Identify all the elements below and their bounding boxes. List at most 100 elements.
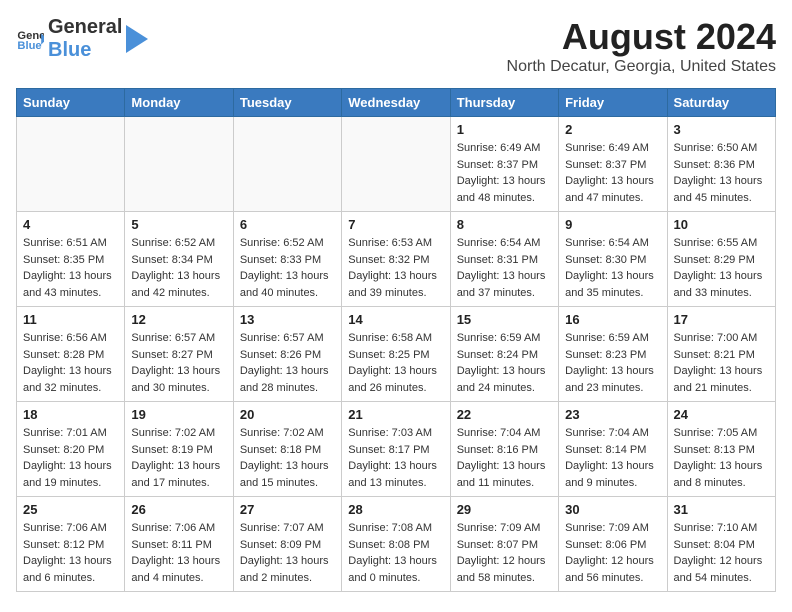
day-number: 5 (131, 217, 226, 232)
day-number: 9 (565, 217, 660, 232)
day-number: 27 (240, 502, 335, 517)
day-number: 15 (457, 312, 552, 327)
day-info: Sunrise: 6:50 AMSunset: 8:36 PMDaylight:… (674, 140, 769, 206)
day-info: Sunrise: 6:56 AMSunset: 8:28 PMDaylight:… (23, 330, 118, 396)
table-row: 19 Sunrise: 7:02 AMSunset: 8:19 PMDayligh… (125, 402, 233, 497)
day-info: Sunrise: 6:49 AMSunset: 8:37 PMDaylight:… (457, 140, 552, 206)
day-info: Sunrise: 7:01 AMSunset: 8:20 PMDaylight:… (23, 425, 118, 491)
calendar-header-row: Sunday Monday Tuesday Wednesday Thursday… (17, 89, 776, 117)
day-info: Sunrise: 7:09 AMSunset: 8:06 PMDaylight:… (565, 520, 660, 586)
table-row: 20Sunrise: 7:02 AMSunset: 8:18 PMDayligh… (233, 402, 341, 497)
calendar-title: August 2024 (507, 16, 776, 58)
week-row-1: 1 Sunrise: 6:49 AMSunset: 8:37 PMDaylight… (17, 117, 776, 212)
table-row: 12 Sunrise: 6:57 AMSunset: 8:27 PMDayligh… (125, 307, 233, 402)
table-row: 29Sunrise: 7:09 AMSunset: 8:07 PMDayligh… (450, 497, 558, 592)
header-tuesday: Tuesday (233, 89, 341, 117)
day-number: 29 (457, 502, 552, 517)
day-info: Sunrise: 6:51 AMSunset: 8:35 PMDaylight:… (23, 235, 118, 301)
table-row: 6Sunrise: 6:52 AMSunset: 8:33 PMDaylight… (233, 212, 341, 307)
table-row: 26Sunrise: 7:06 AMSunset: 8:11 PMDayligh… (125, 497, 233, 592)
day-number: 19 (131, 407, 226, 422)
header-sunday: Sunday (17, 89, 125, 117)
table-row: 2 Sunrise: 6:49 AMSunset: 8:37 PMDaylight… (559, 117, 667, 212)
day-info: Sunrise: 6:59 AMSunset: 8:23 PMDaylight:… (565, 330, 660, 396)
day-info: Sunrise: 7:08 AMSunset: 8:08 PMDaylight:… (348, 520, 443, 586)
page-header: General Blue General Blue August 2024 No… (16, 16, 776, 76)
table-row: 13 Sunrise: 6:57 AMSunset: 8:26 PMDayligh… (233, 307, 341, 402)
table-row (17, 117, 125, 212)
day-number: 3 (674, 122, 769, 137)
day-number: 25 (23, 502, 118, 517)
day-number: 23 (565, 407, 660, 422)
table-row: 9Sunrise: 6:54 AMSunset: 8:30 PMDaylight… (559, 212, 667, 307)
calendar-subtitle: North Decatur, Georgia, United States (507, 58, 776, 76)
day-number: 1 (457, 122, 552, 137)
day-info: Sunrise: 7:04 AMSunset: 8:16 PMDaylight:… (457, 425, 552, 491)
table-row: 27 Sunrise: 7:07 AMSunset: 8:09 PMDayligh… (233, 497, 341, 592)
day-info: Sunrise: 7:02 AMSunset: 8:18 PMDaylight:… (240, 425, 335, 491)
title-block: August 2024 North Decatur, Georgia, Unit… (507, 16, 776, 76)
calendar-table: Sunday Monday Tuesday Wednesday Thursday… (16, 88, 776, 592)
table-row (125, 117, 233, 212)
day-info: Sunrise: 7:06 AMSunset: 8:11 PMDaylight:… (131, 520, 226, 586)
day-info: Sunrise: 7:04 AMSunset: 8:14 PMDaylight:… (565, 425, 660, 491)
table-row: 23 Sunrise: 7:04 AMSunset: 8:14 PMDayligh… (559, 402, 667, 497)
day-number: 22 (457, 407, 552, 422)
table-row: 11 Sunrise: 6:56 AMSunset: 8:28 PMDayligh… (17, 307, 125, 402)
table-row (233, 117, 341, 212)
day-info: Sunrise: 7:03 AMSunset: 8:17 PMDaylight:… (348, 425, 443, 491)
header-friday: Friday (559, 89, 667, 117)
day-info: Sunrise: 7:10 AMSunset: 8:04 PMDaylight:… (674, 520, 769, 586)
table-row: 21 Sunrise: 7:03 AMSunset: 8:17 PMDayligh… (342, 402, 450, 497)
table-row: 5Sunrise: 6:52 AMSunset: 8:34 PMDaylight… (125, 212, 233, 307)
day-number: 24 (674, 407, 769, 422)
day-info: Sunrise: 6:49 AMSunset: 8:37 PMDaylight:… (565, 140, 660, 206)
table-row: 31 Sunrise: 7:10 AMSunset: 8:04 PMDayligh… (667, 497, 775, 592)
day-number: 8 (457, 217, 552, 232)
table-row: 8 Sunrise: 6:54 AMSunset: 8:31 PMDaylight… (450, 212, 558, 307)
table-row: 25 Sunrise: 7:06 AMSunset: 8:12 PMDayligh… (17, 497, 125, 592)
table-row (342, 117, 450, 212)
table-row: 14Sunrise: 6:58 AMSunset: 8:25 PMDayligh… (342, 307, 450, 402)
day-info: Sunrise: 7:07 AMSunset: 8:09 PMDaylight:… (240, 520, 335, 586)
day-number: 16 (565, 312, 660, 327)
day-info: Sunrise: 6:57 AMSunset: 8:26 PMDaylight:… (240, 330, 335, 396)
table-row: 18 Sunrise: 7:01 AMSunset: 8:20 PMDayligh… (17, 402, 125, 497)
day-info: Sunrise: 7:00 AMSunset: 8:21 PMDaylight:… (674, 330, 769, 396)
day-number: 13 (240, 312, 335, 327)
day-info: Sunrise: 7:05 AMSunset: 8:13 PMDaylight:… (674, 425, 769, 491)
logo-icon: General Blue (16, 25, 44, 53)
svg-text:Blue: Blue (17, 40, 41, 52)
week-row-4: 18 Sunrise: 7:01 AMSunset: 8:20 PMDayligh… (17, 402, 776, 497)
day-info: Sunrise: 6:59 AMSunset: 8:24 PMDaylight:… (457, 330, 552, 396)
day-number: 2 (565, 122, 660, 137)
week-row-2: 4Sunrise: 6:51 AMSunset: 8:35 PMDaylight… (17, 212, 776, 307)
day-number: 11 (23, 312, 118, 327)
day-info: Sunrise: 6:53 AMSunset: 8:32 PMDaylight:… (348, 235, 443, 301)
day-number: 18 (23, 407, 118, 422)
day-number: 6 (240, 217, 335, 232)
day-info: Sunrise: 6:54 AMSunset: 8:31 PMDaylight:… (457, 235, 552, 301)
table-row: 10 Sunrise: 6:55 AMSunset: 8:29 PMDayligh… (667, 212, 775, 307)
day-info: Sunrise: 7:02 AMSunset: 8:19 PMDaylight:… (131, 425, 226, 491)
header-monday: Monday (125, 89, 233, 117)
day-number: 12 (131, 312, 226, 327)
day-number: 10 (674, 217, 769, 232)
logo: General Blue General Blue (16, 16, 148, 62)
day-info: Sunrise: 6:57 AMSunset: 8:27 PMDaylight:… (131, 330, 226, 396)
header-saturday: Saturday (667, 89, 775, 117)
day-info: Sunrise: 6:55 AMSunset: 8:29 PMDaylight:… (674, 235, 769, 301)
day-number: 28 (348, 502, 443, 517)
header-wednesday: Wednesday (342, 89, 450, 117)
table-row: 15 Sunrise: 6:59 AMSunset: 8:24 PMDayligh… (450, 307, 558, 402)
logo-arrow-icon (126, 25, 148, 53)
day-info: Sunrise: 7:06 AMSunset: 8:12 PMDaylight:… (23, 520, 118, 586)
table-row: 24 Sunrise: 7:05 AMSunset: 8:13 PMDayligh… (667, 402, 775, 497)
day-number: 31 (674, 502, 769, 517)
day-number: 21 (348, 407, 443, 422)
day-number: 17 (674, 312, 769, 327)
table-row: 1 Sunrise: 6:49 AMSunset: 8:37 PMDaylight… (450, 117, 558, 212)
day-number: 14 (348, 312, 443, 327)
table-row: 17 Sunrise: 7:00 AMSunset: 8:21 PMDayligh… (667, 307, 775, 402)
header-thursday: Thursday (450, 89, 558, 117)
